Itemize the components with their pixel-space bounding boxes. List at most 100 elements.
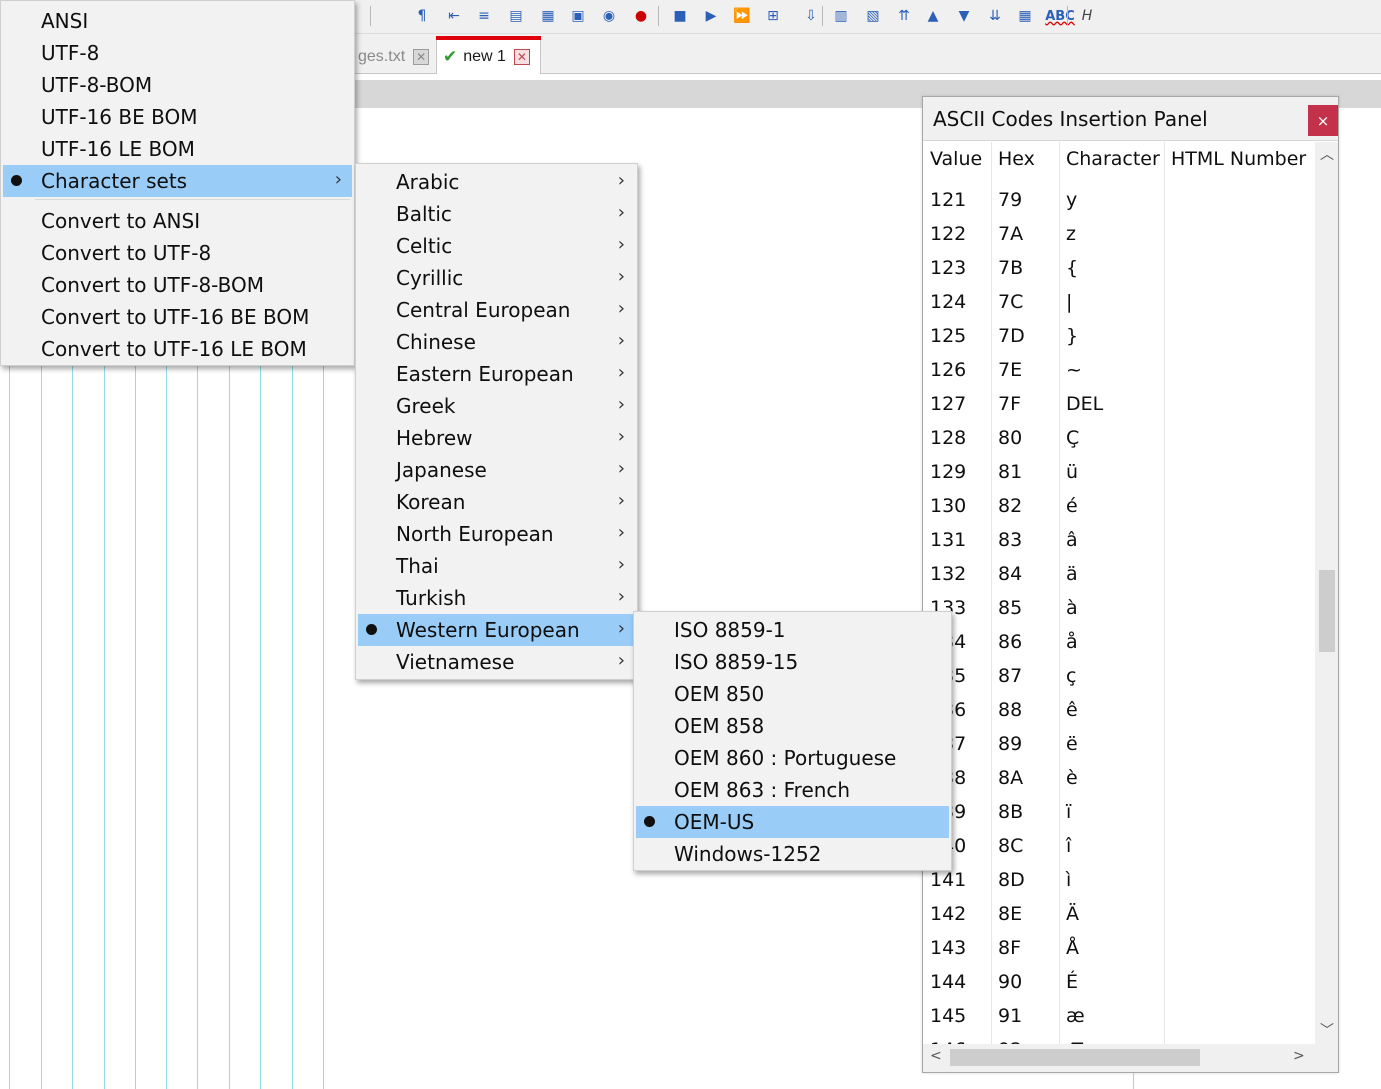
insert-icon[interactable]: ⇩ [800,5,822,27]
menu-item-convert-to-utf-8-bom[interactable]: Convert to UTF-8-BOM [3,269,352,301]
menu-item-utf-16-be-bom[interactable]: UTF-16 BE BOM [3,101,352,133]
encoding-item-iso-8859-1[interactable]: ISO 8859-1 [636,614,949,646]
charset-item-cyrillic[interactable]: Cyrillic › [358,262,635,294]
encoding-item-windows-1252[interactable]: Windows-1252 [636,838,949,870]
charset-item-western-european[interactable]: Western European › [358,614,635,646]
table-row[interactable]: 131 83 â [923,523,1315,557]
vertical-scrollbar[interactable]: ︿ ﹀ [1315,142,1338,1044]
table-row[interactable]: 127 7F DEL [923,387,1315,421]
record-macro-icon[interactable]: ● [630,5,652,27]
scroll-thumb[interactable] [1319,570,1335,652]
col-editor-icon[interactable]: ▥ [830,5,852,27]
menu-item-utf-16-le-bom[interactable]: UTF-16 LE BOM [3,133,352,165]
table-row[interactable]: 1398Bï [923,795,1315,829]
column-header-value[interactable]: Value [930,148,982,170]
encoding-item-oem-858[interactable]: OEM 858 [636,710,949,742]
para-icon[interactable]: ¶ [411,5,433,27]
encoding-item-iso-8859-15[interactable]: ISO 8859-15 [636,646,949,678]
scroll-left-icon[interactable]: < [930,1048,942,1064]
monitoring-icon[interactable]: ◉ [598,5,620,27]
clipboard-panel-icon[interactable]: ▦ [1014,5,1036,27]
play-macro-icon[interactable]: ▶ [700,5,722,27]
menu-item-convert-to-utf-16-be-bom[interactable]: Convert to UTF-16 BE BOM [3,301,352,333]
charset-item-chinese[interactable]: Chinese › [358,326,635,358]
table-row[interactable]: 132 84 ä [923,557,1315,591]
table-row[interactable]: 128 80 Ç [923,421,1315,455]
charset-item-hebrew[interactable]: Hebrew › [358,422,635,454]
charset-item-japanese[interactable]: Japanese › [358,454,635,486]
charset-item-north-european[interactable]: North European › [358,518,635,550]
menu-item-ansi[interactable]: ANSI [3,5,352,37]
charset-item-greek[interactable]: Greek › [358,390,635,422]
indent-guide-icon[interactable]: ⇤ [443,5,465,27]
table-row[interactable]: 122 7A z [923,217,1315,251]
encoding-item-oem-850[interactable]: OEM 850 [636,678,949,710]
scroll-right-icon[interactable]: > [1293,1048,1305,1064]
menu-item-character-sets[interactable]: Character sets › [3,165,352,197]
encoding-item-oem-863-french[interactable]: OEM 863 : French [636,774,949,806]
table-row[interactable]: 123 7B { [923,251,1315,285]
doc-map-icon[interactable]: ▤ [505,5,527,27]
close-tab-icon[interactable]: ✕ [513,49,530,65]
function-list-icon[interactable]: ▦ [537,5,559,27]
scroll-up-icon[interactable]: ︿ [1320,144,1334,164]
encoding-item-oem-us[interactable]: OEM-US [636,806,949,838]
menu-item-convert-to-utf-16-le-bom[interactable]: Convert to UTF-16 LE BOM [3,333,352,365]
close-panel-button[interactable]: × [1308,105,1338,136]
charset-item-eastern-european[interactable]: Eastern European › [358,358,635,390]
charset-item-korean[interactable]: Korean › [358,486,635,518]
move-up-icon[interactable]: ▲ [922,5,944,27]
column-header-character[interactable]: Character [1066,148,1160,170]
menu-item-convert-to-utf-8[interactable]: Convert to UTF-8 [3,237,352,269]
table-row[interactable]: 145 91 æ [923,999,1315,1033]
scroll-down-icon[interactable]: ﹀ [1320,1020,1334,1040]
table-row[interactable]: 126 7E ~ [923,353,1315,387]
close-tab-icon[interactable]: ✕ [413,48,430,65]
table-row[interactable]: 14692Æ [923,1033,1315,1044]
table-row[interactable]: 13486å [923,625,1315,659]
charset-item-baltic[interactable]: Baltic › [358,198,635,230]
table-row[interactable]: 142 8E Ä [923,897,1315,931]
charset-item-arabic[interactable]: Arabic › [358,166,635,198]
tab-ges-txt[interactable]: ges.txt ✕ [358,39,430,74]
spell-check-icon[interactable]: ABC [1045,5,1075,27]
charset-item-vietnamese[interactable]: Vietnamese › [358,646,635,678]
menu-item-convert-to-ansi[interactable]: Convert to ANSI [3,205,352,237]
word-wrap-icon[interactable]: ≡ [473,5,495,27]
charset-item-turkish[interactable]: Turkish › [358,582,635,614]
save-macro-icon[interactable]: ⊞ [762,5,784,27]
stop-macro-icon[interactable]: ■ [669,5,691,27]
table-row[interactable]: 143 8F Å [923,931,1315,965]
charset-item-celtic[interactable]: Celtic › [358,230,635,262]
charset-item-central-european[interactable]: Central European › [358,294,635,326]
compare-icon[interactable]: ▧ [862,5,884,27]
run-macro-multiple-icon[interactable]: ⏩ [731,5,753,27]
menu-item-utf-8[interactable]: UTF-8 [3,37,352,69]
table-row[interactable]: 125 7D} [923,319,1315,353]
move-bottom-icon[interactable]: ⇊ [984,5,1006,27]
folder-workspace-icon[interactable]: ▣ [567,5,589,27]
table-row[interactable]: 1388Aè [923,761,1315,795]
move-top-icon[interactable]: ⇈ [893,5,915,27]
html-tag-icon[interactable]: H [1076,5,1098,27]
tab-new-1[interactable]: ✔ new 1 ✕ [436,36,541,74]
table-row[interactable]: 13587ç [923,659,1315,693]
table-row[interactable]: 124 7C | [923,285,1315,319]
scroll-thumb[interactable] [950,1049,1200,1066]
table-row[interactable]: 141 8D ì [923,863,1315,897]
encoding-item-oem-860-portuguese[interactable]: OEM 860 : Portuguese [636,742,949,774]
horizontal-scrollbar[interactable]: < > [923,1044,1338,1072]
table-row[interactable]: 1408Cî [923,829,1315,863]
table-row[interactable]: 121 79 y [923,183,1315,217]
menu-item-utf-8-bom[interactable]: UTF-8-BOM [3,69,352,101]
table-row[interactable]: 13789ë [923,727,1315,761]
table-row[interactable]: 129 81 ü [923,455,1315,489]
table-row[interactable]: 130 82 é [923,489,1315,523]
column-header-hex[interactable]: Hex [998,148,1035,170]
column-header-html-number[interactable]: HTML Number [1171,148,1306,170]
table-row[interactable]: 144 90 É [923,965,1315,999]
table-row[interactable]: 133 85 à [923,591,1315,625]
table-row[interactable]: 13688ê [923,693,1315,727]
move-down-icon[interactable]: ▼ [953,5,975,27]
charset-item-thai[interactable]: Thai › [358,550,635,582]
